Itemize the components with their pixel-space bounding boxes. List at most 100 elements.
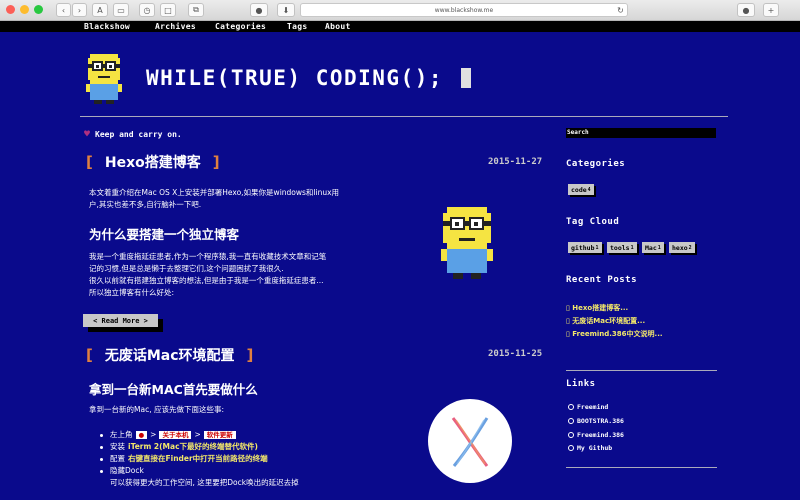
github-icon (568, 432, 574, 438)
minion-logo-icon[interactable] (84, 52, 124, 106)
info-icon: ● (742, 5, 750, 15)
arrow-right-icon: > (194, 430, 201, 439)
heart-icon: ♥ (84, 129, 91, 140)
extension-button[interactable]: ● (250, 3, 268, 17)
forward-button[interactable]: › (72, 3, 87, 17)
maximize-window-button[interactable] (34, 5, 43, 14)
reload-icon: ↻ (617, 5, 624, 15)
tag-count: 1 (630, 244, 634, 251)
close-window-button[interactable] (6, 5, 15, 14)
link-freemind[interactable]: Freemind (568, 403, 608, 411)
list-item: 隐藏Dock (100, 465, 299, 477)
top-nav: Blackshow Archives Categories Tags About (0, 21, 800, 32)
post-2-subheading: 拿到一台新MAC首先要做什么 (89, 382, 258, 397)
nav-item-home[interactable]: Blackshow (84, 21, 130, 32)
browser-toolbar: ‹ › A ▭ ◷ □ ⧉ ● ⬇ www.blackshow.me ↻ ● + (0, 0, 800, 21)
sidebar-divider (566, 467, 717, 468)
categories-heading: Categories (566, 159, 626, 169)
arrow-right-icon: > (150, 430, 157, 439)
reading-list-button[interactable]: ● (737, 3, 755, 17)
tag-cloud-heading: Tag Cloud (566, 217, 620, 227)
sidebar-icon: ▭ (117, 5, 125, 15)
read-more-button[interactable]: < Read More > (83, 314, 158, 327)
text-line: 很久以前就有搭建独立博客的想法,但是由于我是一个重度拖延症患者... (89, 276, 324, 285)
list-item-detail: 可以获得更大的工作空间, 这里要把Dock唤出的延迟去掉 (110, 478, 299, 487)
post-title-text: 无废话Mac环境配置 (104, 348, 235, 364)
link-my-github[interactable]: My Github (568, 444, 612, 452)
text-size-button[interactable]: A (92, 3, 108, 17)
text-line: 所以独立博客有什么好处: (89, 288, 175, 297)
tag-hexo[interactable]: hexo 2 (669, 242, 695, 253)
recent-post-title: Hexo搭建博客... (572, 304, 629, 312)
recent-post-link[interactable]: ▯ Freemind.386中文说明... (566, 329, 663, 339)
recent-post-title: 无废话Mac环境配置... (572, 317, 646, 325)
link-freemind386[interactable]: Freemind.386 (568, 431, 624, 439)
search-input[interactable]: Search (566, 128, 716, 138)
window-controls (6, 5, 43, 14)
recent-posts-heading: Recent Posts (566, 275, 638, 285)
post-1-body: 我是一个重度拖延症患者,作为一个程序猿,我一直有收藏技术文章和记笔 记的习惯,但… (89, 251, 326, 299)
post-title-2[interactable]: [ 无废话Mac环境配置 ] (86, 345, 253, 365)
list-item: 安装 iTerm 2(Mac下最好的终端替代软件) (100, 441, 299, 453)
recent-post-link[interactable]: ▯ Hexo搭建博客... (566, 303, 628, 313)
post-date-2: 2015-11-25 (488, 349, 543, 359)
post-1-intro: 本文着重介绍在Mac OS X上安装并部署Hexo,如果你是windows和li… (89, 187, 339, 211)
highlighted-text[interactable]: 右键直接在Finder中打开当前路径的终端 (128, 453, 268, 465)
minimize-window-button[interactable] (20, 5, 29, 14)
tag-count: 1 (657, 244, 661, 251)
os-x-logo-icon (428, 399, 512, 483)
plus-icon: + (767, 5, 775, 15)
nav-item-categories[interactable]: Categories (215, 21, 266, 32)
share-icon: □ (164, 5, 172, 15)
back-button[interactable]: ‹ (56, 3, 71, 17)
download-button[interactable]: ⬇ (277, 3, 295, 17)
sidebar-button[interactable]: ▭ (113, 3, 129, 17)
text-size-icon: A (97, 5, 103, 15)
post-title-text: Hexo搭建博客 (104, 155, 201, 171)
text-line: 记的习惯,但是总是懒于去整理它们,这个问题困扰了我很久. (89, 264, 284, 273)
recent-post-link[interactable]: ▯ 无废话Mac环境配置... (566, 316, 645, 326)
list-item: 配置 右键直接在Finder中打开当前路径的终端 (100, 453, 299, 465)
new-tab-button[interactable]: + (763, 3, 779, 17)
tabs-button[interactable]: ⧉ (188, 3, 204, 17)
tag-count: 2 (688, 244, 692, 251)
header-divider (80, 116, 728, 117)
minion-image-icon (441, 207, 493, 279)
bracket-right: ] (246, 346, 254, 364)
address-bar[interactable]: www.blackshow.me (300, 3, 628, 17)
software-update-key: 软件更新 (203, 431, 236, 439)
nav-item-tags[interactable]: Tags (287, 21, 307, 32)
reload-button[interactable]: ↻ (615, 4, 626, 16)
bracket-right: ] (212, 153, 220, 171)
post-date-1: 2015-11-27 (488, 157, 543, 167)
text-line: 本文着重介绍在Mac OS X上安装并部署Hexo,如果你是windows和li… (89, 188, 340, 197)
post-1-subheading: 为什么要搭建一个独立博客 (89, 227, 240, 242)
share-button[interactable]: □ (160, 3, 176, 17)
link-bootstra386[interactable]: BOOTSTRA.386 (568, 417, 624, 425)
github-icon (568, 418, 574, 424)
link-label: Freemind (577, 403, 609, 411)
post-2-intro: 拿到一台新的Mac, 应该先做下面这些事: (89, 405, 224, 414)
tag-name: Mac (645, 243, 657, 252)
list-item: 左上角 ● > 关于本机 > 软件更新 (100, 429, 299, 441)
tag-mac[interactable]: Mac 1 (642, 242, 664, 253)
about-this-mac-key: 关于本机 (159, 431, 192, 439)
tag-github[interactable]: github 1 (568, 242, 602, 253)
history-button[interactable]: ◷ (139, 3, 155, 17)
link-label: BOOTSTRA.386 (577, 417, 624, 425)
site-title[interactable]: WHILE(TRUE) CODING(); (146, 66, 443, 90)
post-title-1[interactable]: [ Hexo搭建博客 ] (86, 152, 220, 172)
nav-item-archives[interactable]: Archives (155, 21, 196, 32)
tag-count: 4 (587, 186, 591, 193)
nav-item-about[interactable]: About (325, 21, 351, 32)
apple-icon: ● (135, 431, 148, 439)
highlighted-text[interactable]: iTerm 2(Mac下最好的终端替代软件) (128, 441, 258, 453)
tagline-text: Keep and carry on. (95, 130, 182, 139)
category-tag[interactable]: code 4 (568, 184, 594, 195)
download-icon: ⬇ (282, 5, 290, 15)
sidebar-divider (566, 370, 717, 371)
url-text: www.blackshow.me (434, 6, 494, 14)
tag-tools[interactable]: tools 1 (607, 242, 637, 253)
bullet-icon (100, 469, 103, 473)
shield-icon: ● (255, 5, 263, 15)
